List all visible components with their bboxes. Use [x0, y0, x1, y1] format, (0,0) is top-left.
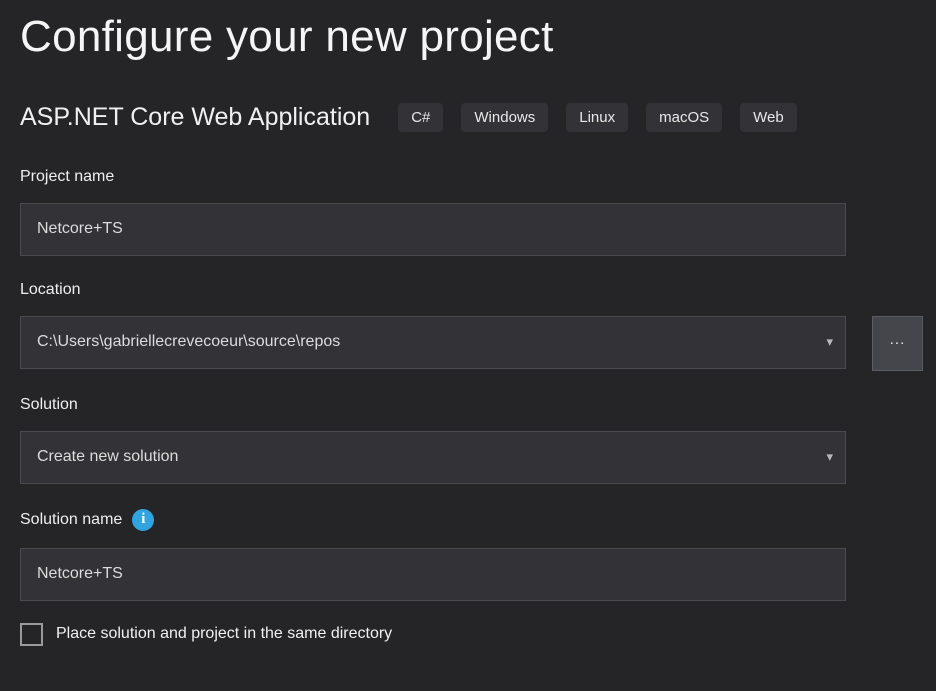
location-row: C:\Users\gabriellecrevecoeur\source\repo… — [20, 316, 936, 371]
tag-linux: Linux — [566, 103, 628, 132]
page-title: Configure your new project — [20, 0, 936, 63]
solution-row: Create new solution ▾ — [20, 431, 936, 484]
chevron-down-icon[interactable]: ▾ — [826, 450, 833, 463]
solution-name-label: Solution name — [20, 511, 122, 529]
info-icon[interactable]: i — [132, 509, 154, 531]
solution-name-input[interactable] — [20, 548, 846, 601]
location-label: Location — [20, 281, 936, 299]
template-name: ASP.NET Core Web Application — [20, 103, 370, 132]
configure-project-dialog: Configure your new project ASP.NET Core … — [0, 0, 936, 691]
location-combobox[interactable]: C:\Users\gabriellecrevecoeur\source\repo… — [20, 316, 846, 369]
solution-label: Solution — [20, 396, 936, 414]
tag-macos: macOS — [646, 103, 722, 132]
project-name-label: Project name — [20, 168, 936, 186]
solution-value: Create new solution — [37, 448, 178, 466]
browse-location-button[interactable]: ... — [872, 316, 923, 371]
solution-name-label-row: Solution name i — [20, 509, 936, 531]
project-name-input[interactable] — [20, 203, 846, 256]
tag-csharp: C# — [398, 103, 443, 132]
template-tag-list: C# Windows Linux macOS Web — [398, 103, 797, 132]
location-value: C:\Users\gabriellecrevecoeur\source\repo… — [37, 333, 340, 351]
same-directory-checkbox[interactable] — [20, 623, 43, 646]
chevron-down-icon[interactable]: ▾ — [826, 335, 833, 348]
same-directory-checkbox-row[interactable]: Place solution and project in the same d… — [20, 623, 936, 646]
tag-windows: Windows — [461, 103, 548, 132]
same-directory-checkbox-label: Place solution and project in the same d… — [56, 625, 392, 643]
tag-web: Web — [740, 103, 797, 132]
template-row: ASP.NET Core Web Application C# Windows … — [20, 103, 936, 132]
solution-select[interactable]: Create new solution ▾ — [20, 431, 846, 484]
